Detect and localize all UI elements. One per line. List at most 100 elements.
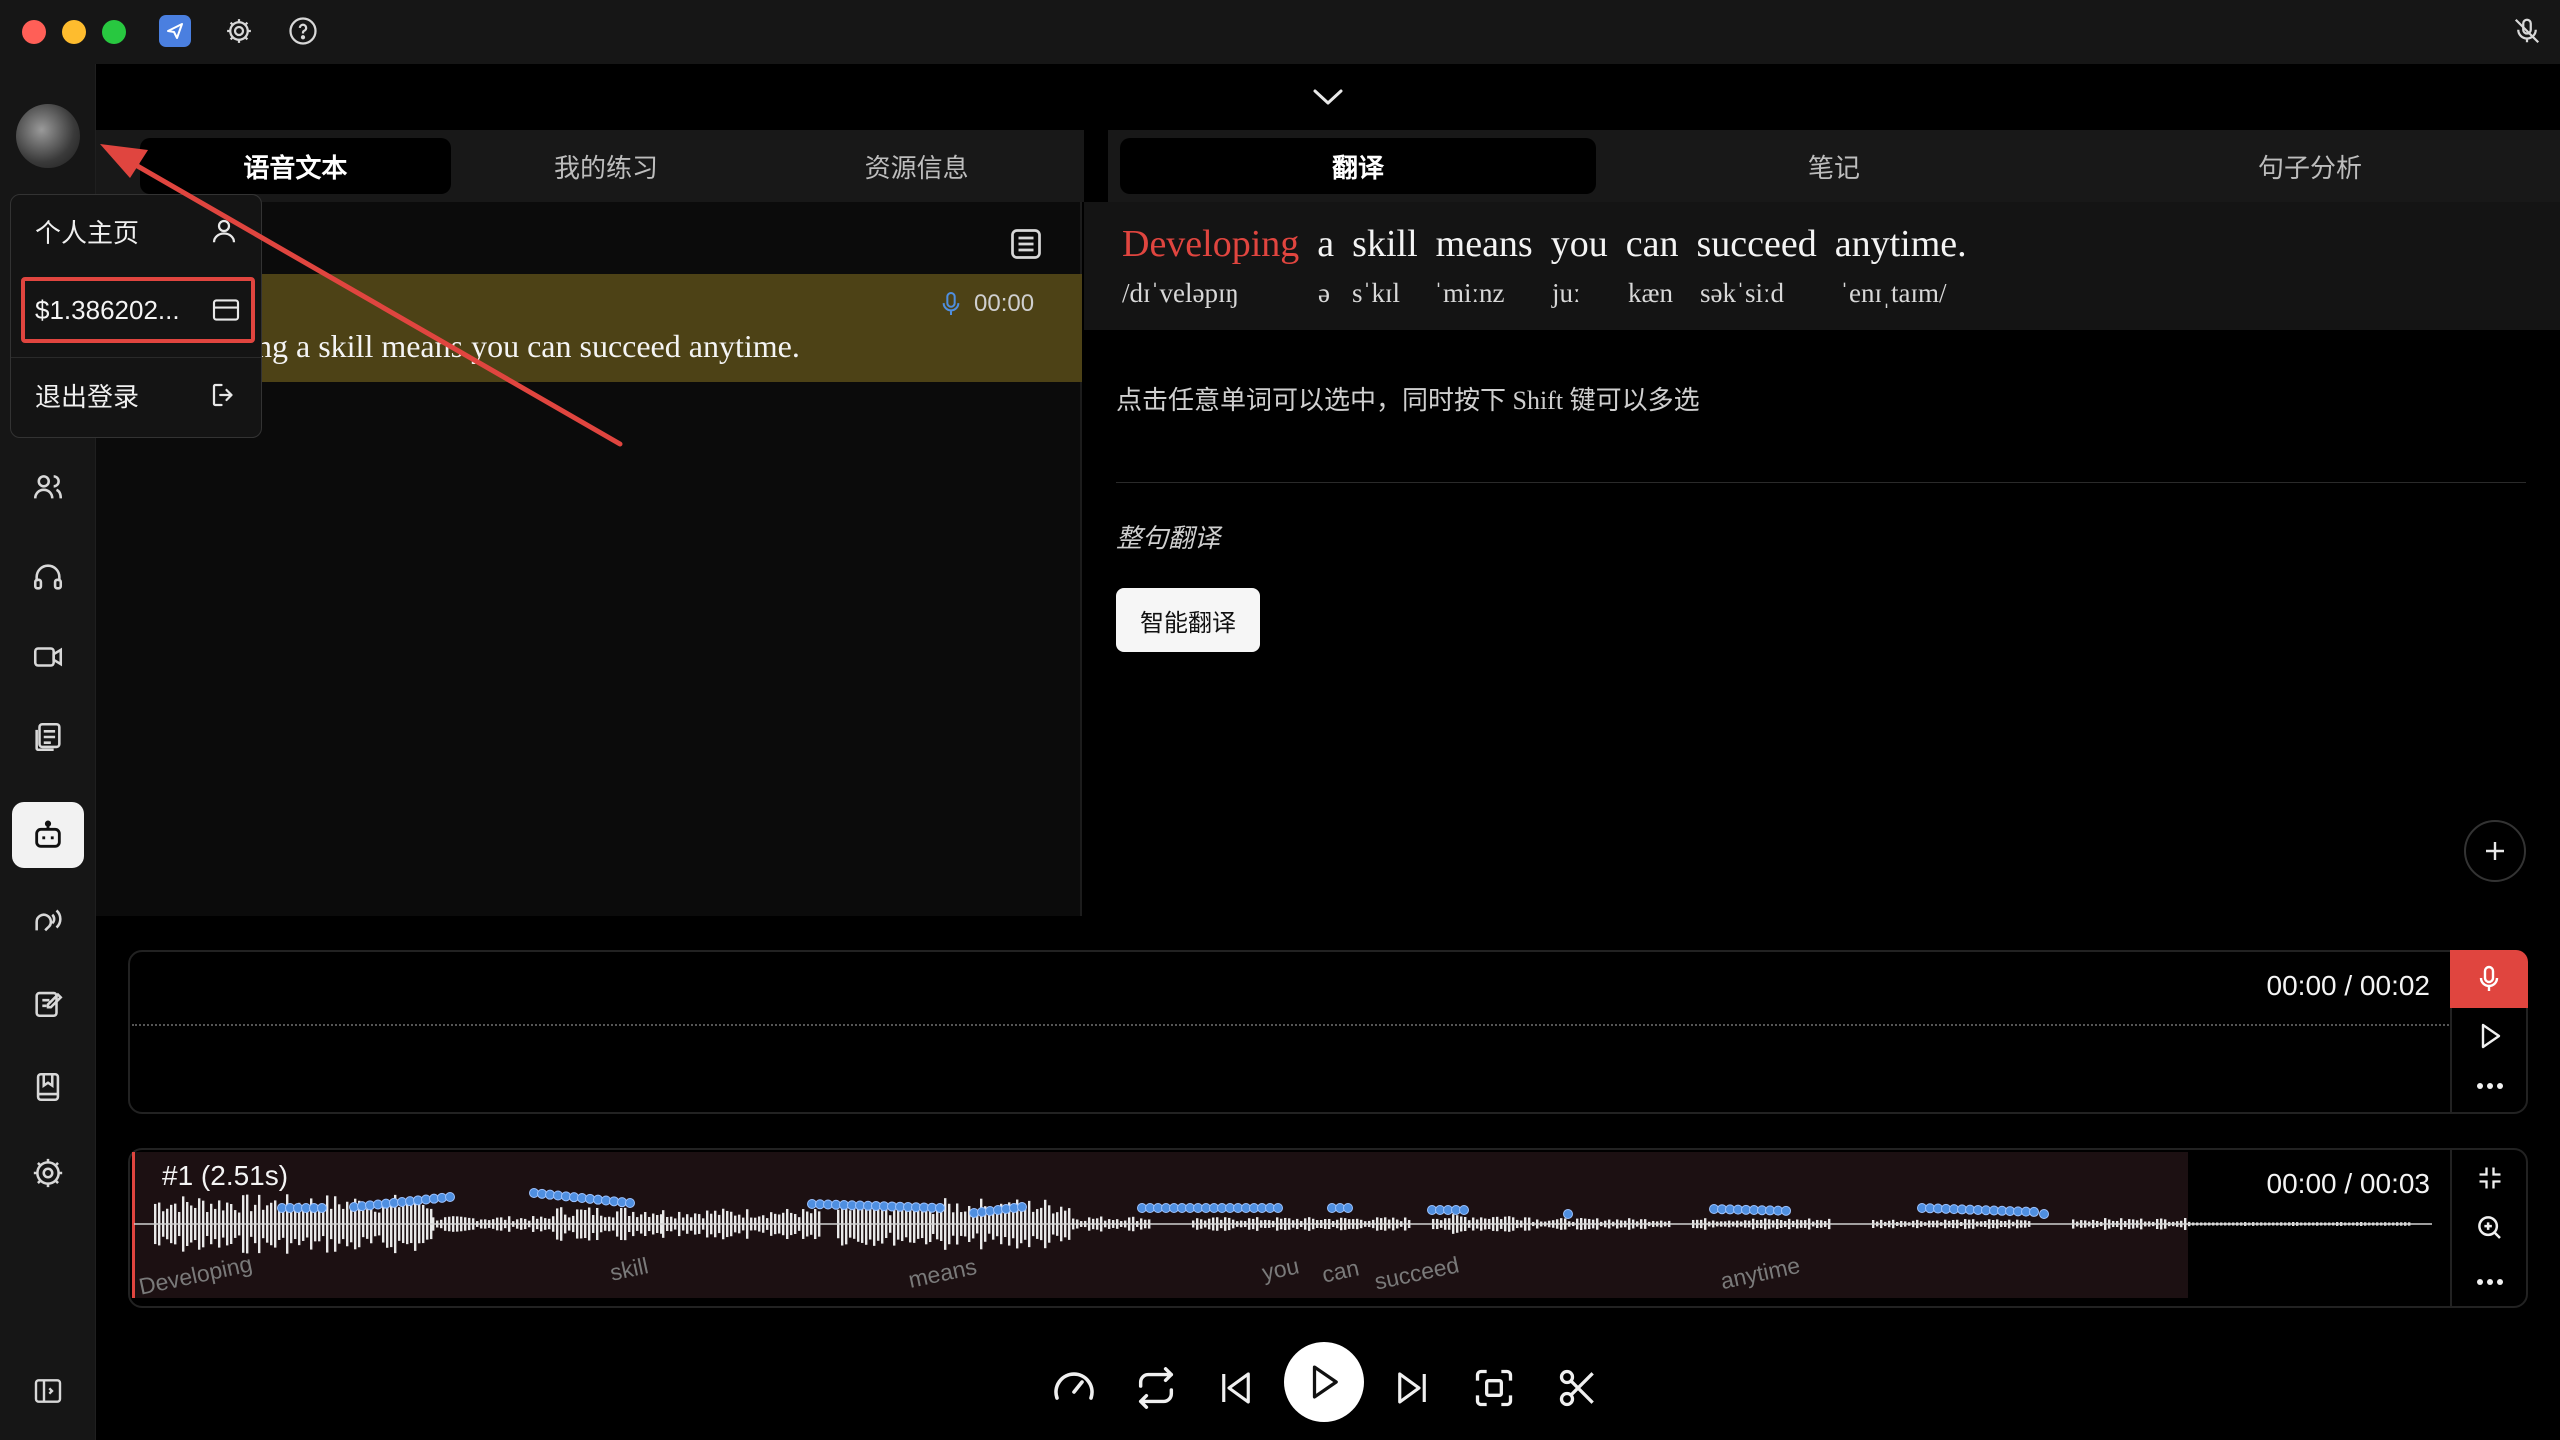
shrink-button[interactable] xyxy=(2452,1158,2528,1198)
word-label: you xyxy=(1259,1252,1302,1286)
word-label: means xyxy=(905,1253,979,1293)
word-you[interactable]: you xyxy=(1551,222,1608,266)
profile-menu-item[interactable]: 个人主页 xyxy=(11,195,263,267)
word-anytime[interactable]: anytime. xyxy=(1835,222,1967,266)
more-icon xyxy=(2477,1279,2503,1285)
record-button[interactable] xyxy=(2450,950,2528,1008)
phonetic-can: kæn xyxy=(1628,278,1674,308)
minimize-window-button[interactable] xyxy=(62,20,86,44)
list-view-icon[interactable] xyxy=(1008,226,1044,262)
phonetic-you: juː xyxy=(1552,278,1581,308)
waveform-time: 00:00 / 00:03 xyxy=(2266,1168,2430,1199)
previous-button[interactable] xyxy=(1208,1360,1264,1416)
sentence-words: Developing a skill means you can succeed… xyxy=(1122,222,1967,266)
title-bar xyxy=(0,0,2560,64)
zoom-in-button[interactable] xyxy=(2452,1206,2528,1250)
user-dropdown: 个人主页 $1.386202... 退出登录 xyxy=(10,194,262,438)
help-icon[interactable] xyxy=(286,14,320,48)
sidebar-item-users[interactable] xyxy=(12,454,84,520)
word-developing[interactable]: Developing xyxy=(1122,222,1299,266)
logout-icon xyxy=(212,383,233,407)
word-label: Developing xyxy=(136,1250,255,1300)
word-means[interactable]: means xyxy=(1436,222,1533,266)
repeat-icon xyxy=(1138,1367,1174,1409)
sentence-header: Developing a skill means you can succeed… xyxy=(1084,202,2560,330)
more-button[interactable] xyxy=(2452,1262,2528,1302)
focus-icon xyxy=(1475,1369,1513,1407)
recording-baseline xyxy=(132,1024,2452,1026)
speed-icon xyxy=(1054,1372,1094,1400)
chevron-down-icon[interactable] xyxy=(1311,87,1345,107)
shrink-icon xyxy=(2479,1167,2501,1189)
word-labels: Developing skill means you can succeed a… xyxy=(130,1150,2450,1306)
play-icon xyxy=(2481,1023,2501,1049)
section-title: 整句翻译 xyxy=(1116,524,1221,553)
tab-notes[interactable]: 笔记 xyxy=(1596,138,2072,194)
more-icon xyxy=(2477,1083,2503,1089)
profile-label: 个人主页 xyxy=(35,217,140,248)
sidebar-item-headphones[interactable] xyxy=(12,544,84,610)
word-label: anytime xyxy=(1718,1251,1803,1295)
sidebar-item-documents[interactable] xyxy=(12,704,84,770)
word-a[interactable]: a xyxy=(1317,222,1334,266)
play-icon xyxy=(1312,1365,1338,1399)
recorder-controls xyxy=(2450,950,2528,1112)
plus-icon xyxy=(2486,842,2504,860)
left-tab-bar: 语音文本 我的练习 资源信息 xyxy=(96,130,1084,202)
avatar[interactable] xyxy=(16,104,80,168)
mic-icon xyxy=(942,291,960,315)
tab-speech-text[interactable]: 语音文本 xyxy=(140,138,451,194)
balance-label: $1.386202... xyxy=(35,294,180,325)
phonetics-row: /dɪˈveləpɪŋ ə sˈkɪl ˈmiːnz juː kæn səkˈs… xyxy=(1084,278,2560,318)
word-label: skill xyxy=(607,1252,651,1286)
tab-resource-info[interactable]: 资源信息 xyxy=(761,138,1072,194)
word-can[interactable]: can xyxy=(1626,222,1679,266)
user-icon xyxy=(212,219,236,243)
waveform-controls xyxy=(2450,1150,2526,1306)
translation-panel: Developing a skill means you can succeed… xyxy=(1084,202,2560,916)
focus-button[interactable] xyxy=(1466,1360,1522,1416)
divider xyxy=(1116,482,2526,483)
sidebar-item-video[interactable] xyxy=(12,624,84,690)
word-skill[interactable]: skill xyxy=(1352,222,1417,266)
gear-icon[interactable] xyxy=(222,14,256,48)
tab-my-practice[interactable]: 我的练习 xyxy=(451,138,762,194)
phonetic-means: ˈmiːnz xyxy=(1434,278,1505,308)
play-recording-button[interactable] xyxy=(2452,1014,2528,1058)
previous-icon xyxy=(1222,1372,1250,1404)
transcript-text[interactable]: ng a skill means you can succeed anytime… xyxy=(256,328,800,365)
speed-button[interactable] xyxy=(1046,1360,1102,1416)
repeat-button[interactable] xyxy=(1128,1360,1184,1416)
word-label: can xyxy=(1319,1254,1362,1288)
sidebar-item-settings[interactable] xyxy=(12,1140,84,1206)
waveform-track[interactable]: #1 (2.51s) Developing skill means you ca… xyxy=(128,1148,2528,1308)
next-button[interactable] xyxy=(1384,1360,1440,1416)
balance-menu-item[interactable]: $1.386202... xyxy=(21,277,255,343)
more-button[interactable] xyxy=(2452,1066,2528,1106)
smart-translate-button[interactable]: 智能翻译 xyxy=(1116,588,1260,652)
add-button[interactable] xyxy=(2464,820,2526,882)
maximize-window-button[interactable] xyxy=(102,20,126,44)
sidebar-item-bookmark[interactable] xyxy=(12,1054,84,1120)
phonetic-succeed: səkˈsiːd xyxy=(1700,278,1784,308)
collapse-bar[interactable] xyxy=(96,64,2560,130)
app-icon[interactable] xyxy=(158,14,192,48)
selection-hint: 点击任意单词可以选中，同时按下 Shift 键可以多选 xyxy=(1116,386,1700,415)
sidebar-item-robot[interactable] xyxy=(12,802,84,868)
phonetic-anytime: ˈenɪˌtaɪm/ xyxy=(1840,278,1947,308)
play-button[interactable] xyxy=(1284,1342,1364,1422)
logout-label: 退出登录 xyxy=(35,381,140,412)
dropdown-divider xyxy=(11,357,261,358)
sidebar-item-edit[interactable] xyxy=(12,970,84,1036)
mic-icon xyxy=(2479,965,2499,991)
tab-translate[interactable]: 翻译 xyxy=(1120,138,1596,194)
mic-off-icon[interactable] xyxy=(2510,14,2544,48)
tab-sentence-analysis[interactable]: 句子分析 xyxy=(2072,138,2548,194)
phonetic-developing: /dɪˈveləpɪŋ xyxy=(1122,278,1239,308)
close-window-button[interactable] xyxy=(22,20,46,44)
recording-track[interactable]: 00:00 / 00:02 xyxy=(128,950,2528,1114)
scissors-button[interactable] xyxy=(1550,1360,1606,1416)
logout-menu-item[interactable]: 退出登录 xyxy=(11,359,263,431)
word-succeed[interactable]: succeed xyxy=(1696,222,1816,266)
sidebar-item-speaker[interactable] xyxy=(12,886,84,952)
